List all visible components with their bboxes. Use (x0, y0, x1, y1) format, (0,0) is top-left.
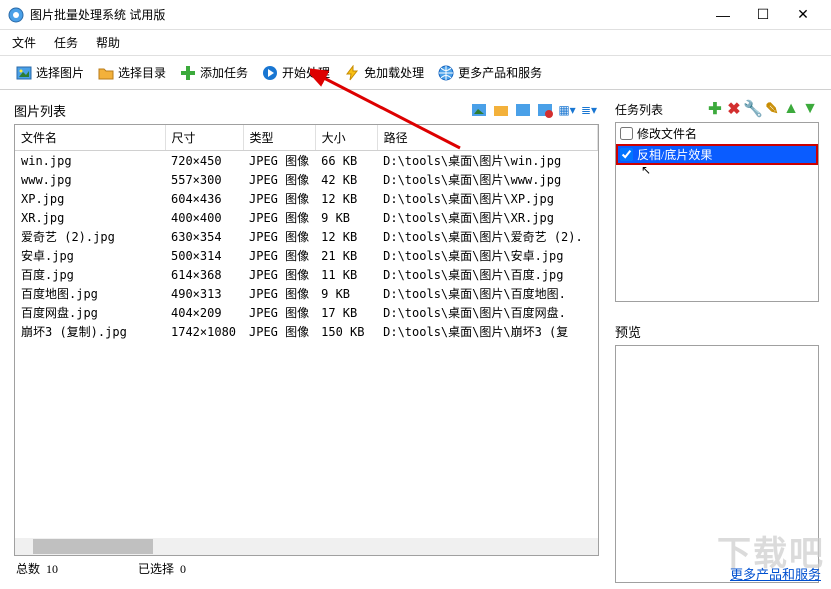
col-path[interactable]: 路径 (377, 125, 597, 151)
toolbar: 选择图片 选择目录 添加任务 开始处理 免加载处理 更多产品和服务 (0, 56, 831, 90)
start-label: 开始处理 (282, 64, 330, 81)
menu-task[interactable]: 任务 (54, 34, 78, 51)
add-task-button[interactable]: 添加任务 (174, 61, 254, 84)
task-invert-checkbox[interactable] (620, 148, 633, 161)
task-down-icon[interactable]: ▼ (801, 100, 819, 118)
tool-view-icon[interactable]: ▦▾ (557, 100, 577, 120)
tool-folder-icon[interactable] (491, 100, 511, 120)
task-rename-checkbox[interactable] (620, 127, 633, 140)
task-list-title: 任务列表 (615, 101, 663, 118)
table-row[interactable]: www.jpg557×300JPEG 图像42 KBD:\tools\桌面\图片… (15, 170, 598, 189)
add-task-label: 添加任务 (200, 64, 248, 81)
menu-help[interactable]: 帮助 (96, 34, 120, 51)
play-icon (262, 65, 278, 81)
preview-title: 预览 (615, 322, 819, 341)
table-row[interactable]: win.jpg720×450JPEG 图像66 KBD:\tools\桌面\图片… (15, 151, 598, 171)
task-up-icon[interactable]: ▲ (782, 100, 800, 118)
maximize-button[interactable]: ☐ (743, 0, 783, 30)
task-config-icon[interactable]: 🔧 (744, 100, 762, 118)
menubar: 文件 任务 帮助 (0, 30, 831, 56)
more-products-label: 更多产品和服务 (458, 64, 542, 81)
select-images-button[interactable]: 选择图片 (10, 61, 90, 84)
task-list[interactable]: 修改文件名 反相/底片效果 (615, 122, 819, 302)
col-type[interactable]: 类型 (243, 125, 315, 151)
tool-list-icon[interactable]: ≣▾ (579, 100, 599, 120)
no-load-label: 免加载处理 (364, 64, 424, 81)
select-folder-label: 选择目录 (118, 64, 166, 81)
lightning-icon (344, 65, 360, 81)
titlebar: 图片批量处理系统 试用版 — ☐ ✕ (0, 0, 831, 30)
table-row[interactable]: XR.jpg400×400JPEG 图像9 KBD:\tools\桌面\图片\X… (15, 208, 598, 227)
table-row[interactable]: 安卓.jpg500×314JPEG 图像21 KBD:\tools\桌面\图片\… (15, 246, 598, 265)
horizontal-scrollbar[interactable] (15, 538, 598, 555)
menu-file[interactable]: 文件 (12, 34, 36, 51)
tool-remove-icon[interactable] (535, 100, 555, 120)
globe-icon (438, 65, 454, 81)
file-table[interactable]: 文件名 尺寸 类型 大小 路径 win.jpg720×450JPEG 图像66 … (14, 124, 599, 556)
preview-box (615, 345, 819, 583)
select-images-label: 选择图片 (36, 64, 84, 81)
table-row[interactable]: 百度.jpg614×368JPEG 图像11 KBD:\tools\桌面\图片\… (15, 265, 598, 284)
col-filename[interactable]: 文件名 (15, 125, 165, 151)
task-item-rename[interactable]: 修改文件名 (616, 123, 818, 144)
select-folder-button[interactable]: 选择目录 (92, 61, 172, 84)
footer-more-link[interactable]: 更多产品和服务 (730, 564, 821, 583)
start-button[interactable]: 开始处理 (256, 61, 336, 84)
plus-icon (180, 65, 196, 81)
table-row[interactable]: 崩坏3 (复制).jpg1742×1080JPEG 图像150 KBD:\too… (15, 322, 598, 341)
col-dimensions[interactable]: 尺寸 (165, 125, 243, 151)
task-item-invert[interactable]: 反相/底片效果 (616, 144, 818, 165)
image-list-title: 图片列表 (14, 101, 66, 120)
table-row[interactable]: 百度网盘.jpg404×209JPEG 图像17 KBD:\tools\桌面\图… (15, 303, 598, 322)
app-icon (8, 7, 24, 23)
tool-image-icon[interactable] (469, 100, 489, 120)
tool-image2-icon[interactable] (513, 100, 533, 120)
col-size[interactable]: 大小 (315, 125, 377, 151)
minimize-button[interactable]: — (703, 0, 743, 30)
task-add-icon[interactable]: ✚ (706, 100, 724, 118)
image-list-tools: ▦▾ ≣▾ (469, 100, 599, 120)
task-brush-icon[interactable]: ✎ (763, 100, 781, 118)
close-button[interactable]: ✕ (783, 0, 823, 30)
window-title: 图片批量处理系统 试用版 (30, 6, 703, 23)
folder-icon (98, 65, 114, 81)
table-row[interactable]: 爱奇艺 (2).jpg630×354JPEG 图像12 KBD:\tools\桌… (15, 227, 598, 246)
task-delete-icon[interactable]: ✖ (725, 100, 743, 118)
image-icon (16, 65, 32, 81)
table-row[interactable]: XP.jpg604×436JPEG 图像12 KBD:\tools\桌面\图片\… (15, 189, 598, 208)
status-bar: 总数 10 已选择 0 (14, 556, 599, 583)
table-row[interactable]: 百度地图.jpg490×313JPEG 图像9 KBD:\tools\桌面\图片… (15, 284, 598, 303)
more-products-button[interactable]: 更多产品和服务 (432, 61, 548, 84)
no-load-button[interactable]: 免加载处理 (338, 61, 430, 84)
